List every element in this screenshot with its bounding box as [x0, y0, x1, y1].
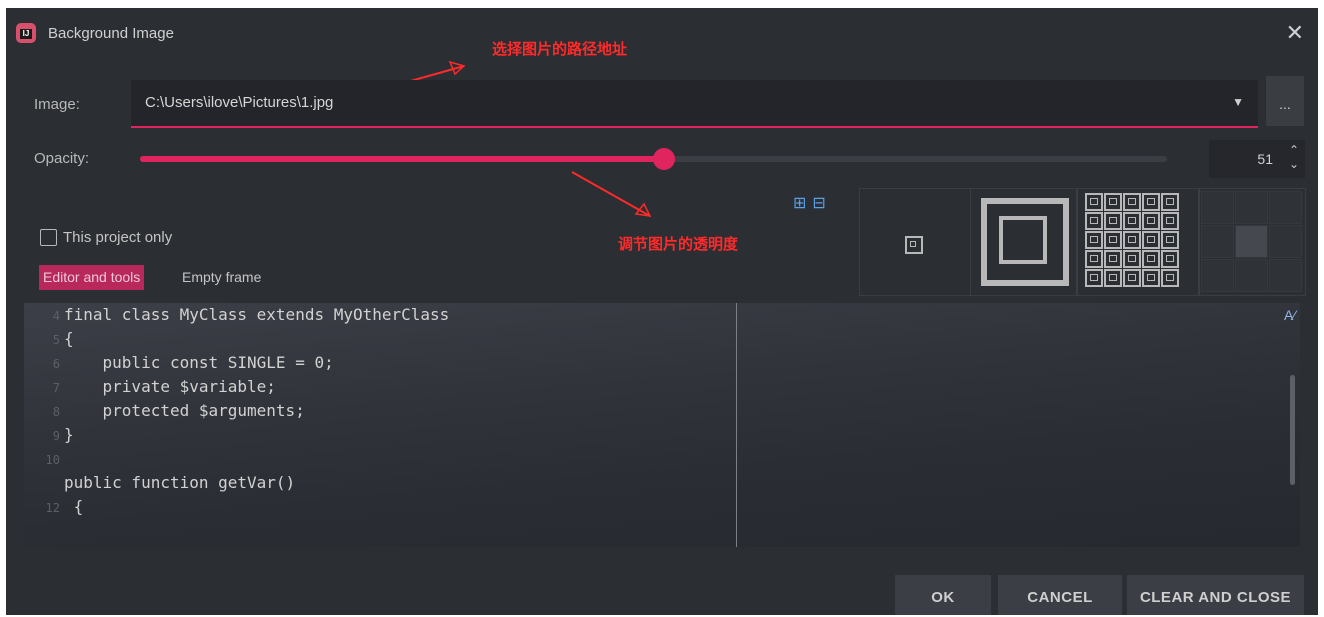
anchor-top-right[interactable]	[1269, 191, 1302, 224]
chevron-down-icon[interactable]: ▼	[1232, 95, 1244, 109]
code-line: 6 public const SINGLE = 0;	[34, 351, 449, 375]
background-image-dialog: IJ Background Image ✕ 选择图片的路径地址 Image: C…	[6, 8, 1318, 615]
scale-icon	[981, 198, 1069, 286]
opacity-slider-knob[interactable]	[652, 148, 675, 170]
opacity-spinner[interactable]: 51 ⌃ ⌄	[1209, 140, 1305, 178]
anchor-top-left[interactable]	[1201, 191, 1234, 224]
close-icon[interactable]: ✕	[1286, 20, 1304, 46]
anchor-middle-left[interactable]	[1201, 225, 1234, 258]
opacity-slider-fill	[140, 156, 664, 162]
code-text: }	[64, 425, 74, 444]
image-path-value[interactable]: C:\Users\ilove\Pictures\1.jpg	[145, 94, 333, 111]
opacity-label: Opacity:	[34, 150, 90, 167]
code-line: 5{	[34, 327, 449, 351]
opacity-slider[interactable]	[140, 148, 1167, 170]
placement-center-option[interactable]	[859, 188, 971, 296]
line-number: 12	[45, 501, 60, 515]
anchor-top-center[interactable]	[1235, 191, 1268, 224]
line-number: 5	[52, 333, 60, 347]
ide-logo-icon: IJ	[16, 23, 36, 43]
line-number: 6	[52, 357, 60, 371]
path-annotation: 选择图片的路径地址	[492, 40, 628, 58]
clear-and-close-button[interactable]: CLEAR AND CLOSE	[1127, 575, 1304, 615]
tab-editor-and-tools[interactable]: Editor and tools	[39, 265, 145, 290]
fill-vertical-icon[interactable]: ⊟	[812, 195, 831, 212]
image-path-combobox[interactable]: C:\Users\ilove\Pictures\1.jpg ▼	[131, 80, 1258, 128]
code-line: 12 {	[34, 495, 449, 519]
code-line: public function getVar()	[34, 471, 449, 495]
code-text: final class MyClass extends MyOtherClass	[64, 305, 450, 324]
line-number: 8	[52, 405, 60, 419]
tile-icon	[1085, 193, 1179, 287]
code-line: 7 private $variable;	[34, 375, 449, 399]
code-text: protected $arguments;	[64, 401, 305, 420]
anchor-grid[interactable]	[1201, 191, 1302, 292]
browse-button[interactable]: ...	[1266, 76, 1304, 126]
tab-empty-frame[interactable]: Empty frame	[182, 265, 261, 290]
code-text: {	[64, 497, 84, 516]
opacity-annotation-arrow	[571, 171, 652, 217]
code-text: public const SINGLE = 0;	[64, 353, 334, 372]
line-number: 7	[52, 381, 60, 395]
fill-mode-icons: ⊞⊟	[793, 193, 832, 213]
title-bar: IJ Background Image ✕	[6, 8, 1318, 60]
placement-scale-option[interactable]	[970, 188, 1078, 296]
cancel-button[interactable]: CANCEL	[998, 575, 1122, 615]
spellcheck-icon: A⁄	[1284, 307, 1296, 323]
line-number: 10	[45, 453, 60, 467]
preview-divider	[736, 303, 737, 547]
fill-horizontal-icon[interactable]: ⊞	[793, 195, 812, 212]
spinner-arrows-icon[interactable]: ⌃ ⌄	[1289, 143, 1299, 171]
code-line: 4 final class MyClass extends MyOtherClas…	[34, 303, 450, 327]
line-number: 9	[52, 429, 60, 443]
code-text: public function getVar()	[64, 473, 296, 492]
code-line: 9}	[34, 423, 449, 447]
code-line: 10	[34, 447, 449, 471]
anchor-bottom-right[interactable]	[1269, 259, 1302, 292]
editor-preview: 4 final class MyClass extends MyOtherClas…	[24, 303, 1300, 547]
anchor-bottom-center[interactable]	[1235, 259, 1268, 292]
line-number: 4	[52, 309, 60, 323]
center-icon	[905, 236, 923, 254]
project-only-label[interactable]: This project only	[63, 229, 172, 246]
anchor-bottom-left[interactable]	[1201, 259, 1234, 292]
ok-button[interactable]: OK	[895, 575, 991, 615]
dialog-title: Background Image	[48, 25, 174, 42]
opacity-annotation: 调节图片的透明度	[618, 235, 739, 253]
project-only-checkbox[interactable]	[40, 229, 57, 246]
code-line: 8 protected $arguments;	[34, 399, 449, 423]
anchor-middle-right[interactable]	[1269, 225, 1302, 258]
code-text: private $variable;	[64, 377, 276, 396]
image-label: Image:	[34, 96, 80, 113]
preview-scrollbar[interactable]	[1290, 375, 1295, 485]
anchor-center[interactable]	[1235, 225, 1268, 258]
opacity-value[interactable]: 51	[1257, 151, 1273, 167]
placement-tile-option[interactable]	[1076, 188, 1200, 296]
anchor-position-grid[interactable]	[1198, 188, 1306, 296]
code-text: {	[64, 329, 74, 348]
code-preview: 4 final class MyClass extends MyOtherClas…	[34, 303, 450, 519]
